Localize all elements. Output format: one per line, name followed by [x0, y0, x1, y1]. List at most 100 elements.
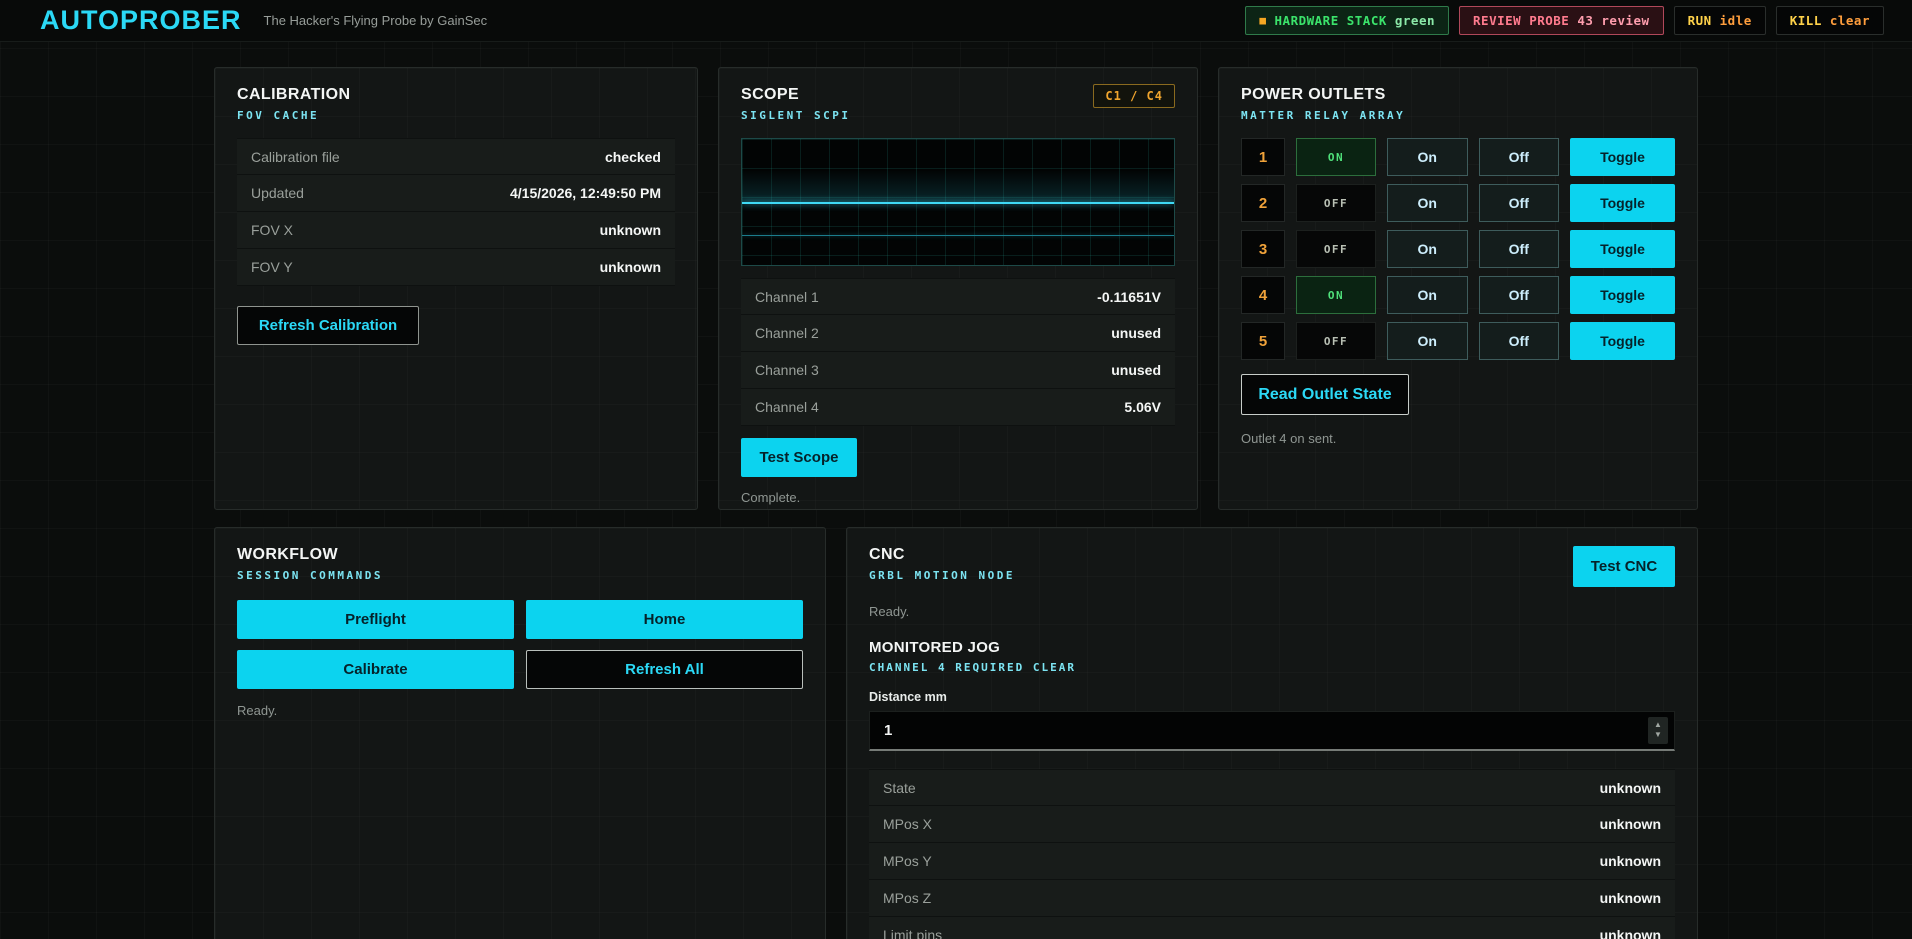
- run-value: idle: [1720, 13, 1752, 28]
- row-value: checked: [605, 149, 675, 165]
- row-value: 5.06V: [1124, 399, 1175, 415]
- table-row: Calibration file checked: [237, 138, 675, 175]
- outlet-toggle-button[interactable]: Toggle: [1570, 138, 1675, 176]
- scope-panel: SCOPE SIGLENT SCPI C1 / C4 Channel 1 -0.…: [718, 67, 1198, 510]
- waveform-trace-c1: [742, 202, 1174, 204]
- row-label: Channel 2: [741, 325, 819, 341]
- table-row: Channel 4 5.06V: [741, 389, 1175, 426]
- outlet-on-button[interactable]: On: [1387, 322, 1468, 360]
- calibration-table: Calibration file checked Updated 4/15/20…: [237, 138, 675, 286]
- outlet-toggle-button[interactable]: Toggle: [1570, 276, 1675, 314]
- outlet-on-button[interactable]: On: [1387, 276, 1468, 314]
- row-value: unused: [1111, 362, 1175, 378]
- outlet-off-button[interactable]: Off: [1479, 138, 1560, 176]
- outlet-number: 2: [1241, 184, 1285, 222]
- row-value: -0.11651V: [1097, 289, 1175, 305]
- workflow-buttons: Preflight Home Calibrate Refresh All: [237, 600, 803, 689]
- outlet-off-button[interactable]: Off: [1479, 276, 1560, 314]
- power-outlets-title: POWER OUTLETS: [1241, 86, 1675, 104]
- review-probe-button[interactable]: REVIEW PROBE 43 review: [1459, 6, 1664, 35]
- table-row: MPos X unknown: [869, 806, 1675, 843]
- app-logo: AUTOPROBER: [40, 5, 242, 36]
- outlet-off-button[interactable]: Off: [1479, 184, 1560, 222]
- row-label: MPos Y: [869, 853, 932, 869]
- row-value: unknown: [600, 259, 675, 275]
- row-value: unknown: [1600, 927, 1675, 939]
- distance-label: Distance mm: [869, 690, 1675, 704]
- outlet-number: 1: [1241, 138, 1285, 176]
- oscilloscope-display: [741, 138, 1175, 266]
- run-button[interactable]: RUN idle: [1674, 6, 1766, 35]
- outlet-number: 3: [1241, 230, 1285, 268]
- row-label: MPos X: [869, 816, 932, 832]
- cnc-panel: CNC GRBL MOTION NODE Test CNC Ready. MON…: [846, 527, 1698, 939]
- outlet-off-button[interactable]: Off: [1479, 230, 1560, 268]
- outlet-number: 4: [1241, 276, 1285, 314]
- outlet-status: Outlet 4 on sent.: [1241, 431, 1675, 446]
- outlet-toggle-button[interactable]: Toggle: [1570, 322, 1675, 360]
- header-actions: ■ HARDWARE STACK green REVIEW PROBE 43 r…: [1245, 6, 1884, 35]
- outlet-number: 5: [1241, 322, 1285, 360]
- row-label: Updated: [237, 185, 304, 201]
- row-label: Calibration file: [237, 149, 340, 165]
- calibrate-button[interactable]: Calibrate: [237, 650, 514, 689]
- outlet-row: 2 OFF On Off Toggle: [1241, 184, 1675, 222]
- refresh-calibration-button[interactable]: Refresh Calibration: [237, 306, 419, 345]
- row-value: unknown: [600, 222, 675, 238]
- distance-input[interactable]: [869, 711, 1675, 751]
- hardware-stack-value: green: [1395, 13, 1435, 28]
- scope-channel-badge[interactable]: C1 / C4: [1093, 84, 1175, 108]
- waveform-trace-c4: [742, 235, 1174, 236]
- outlet-on-button[interactable]: On: [1387, 138, 1468, 176]
- test-scope-button[interactable]: Test Scope: [741, 438, 857, 477]
- table-row: FOV X unknown: [237, 212, 675, 249]
- spinner-up-icon[interactable]: ▲: [1654, 721, 1662, 730]
- kill-label: KILL: [1790, 13, 1822, 28]
- test-cnc-button[interactable]: Test CNC: [1573, 546, 1675, 587]
- cnc-subtitle: GRBL MOTION NODE: [869, 569, 1675, 582]
- power-outlets-panel: POWER OUTLETS MATTER RELAY ARRAY 1 ON On…: [1218, 67, 1698, 510]
- outlet-on-button[interactable]: On: [1387, 184, 1468, 222]
- app-header: AUTOPROBER The Hacker's Flying Probe by …: [0, 0, 1912, 42]
- read-outlet-state-button[interactable]: Read Outlet State: [1241, 374, 1409, 415]
- kill-button[interactable]: KILL clear: [1776, 6, 1884, 35]
- hardware-stack-button[interactable]: ■ HARDWARE STACK green: [1245, 6, 1449, 35]
- waveform-glow: [742, 170, 1174, 202]
- row-value: unknown: [1600, 890, 1675, 906]
- outlet-toggle-button[interactable]: Toggle: [1570, 184, 1675, 222]
- table-row: Channel 1 -0.11651V: [741, 278, 1175, 315]
- table-row: FOV Y unknown: [237, 249, 675, 286]
- calibration-title: CALIBRATION: [237, 86, 675, 104]
- review-probe-value: 43 review: [1577, 13, 1649, 28]
- row-value: unknown: [1600, 853, 1675, 869]
- number-spinner[interactable]: ▲ ▼: [1648, 717, 1668, 744]
- app-tagline: The Hacker's Flying Probe by GainSec: [264, 13, 488, 28]
- refresh-all-button[interactable]: Refresh All: [526, 650, 803, 689]
- outlet-off-button[interactable]: Off: [1479, 322, 1560, 360]
- outlet-state-badge: OFF: [1296, 184, 1376, 222]
- table-row: Channel 2 unused: [741, 315, 1175, 352]
- outlet-row: 5 OFF On Off Toggle: [1241, 322, 1675, 360]
- row-value: unused: [1111, 325, 1175, 341]
- row-label: Channel 1: [741, 289, 819, 305]
- outlet-state-badge: ON: [1296, 138, 1376, 176]
- workflow-title: WORKFLOW: [237, 546, 803, 564]
- power-outlets-subtitle: MATTER RELAY ARRAY: [1241, 109, 1675, 122]
- row-value: unknown: [1600, 780, 1675, 796]
- row-label: MPos Z: [869, 890, 931, 906]
- cnc-title: CNC: [869, 546, 1675, 564]
- table-row: MPos Z unknown: [869, 880, 1675, 917]
- monitored-jog-title: MONITORED JOG: [869, 639, 1675, 656]
- row-value: unknown: [1600, 816, 1675, 832]
- home-button[interactable]: Home: [526, 600, 803, 639]
- preflight-button[interactable]: Preflight: [237, 600, 514, 639]
- outlet-toggle-button[interactable]: Toggle: [1570, 230, 1675, 268]
- cnc-status: Ready.: [869, 604, 1675, 619]
- outlet-on-button[interactable]: On: [1387, 230, 1468, 268]
- outlet-state-badge: OFF: [1296, 230, 1376, 268]
- scope-subtitle: SIGLENT SCPI: [741, 109, 1175, 122]
- distance-field-wrap: ▲ ▼: [869, 711, 1675, 751]
- row-label: Channel 3: [741, 362, 819, 378]
- outlet-row: 1 ON On Off Toggle: [1241, 138, 1675, 176]
- spinner-down-icon[interactable]: ▼: [1654, 731, 1662, 740]
